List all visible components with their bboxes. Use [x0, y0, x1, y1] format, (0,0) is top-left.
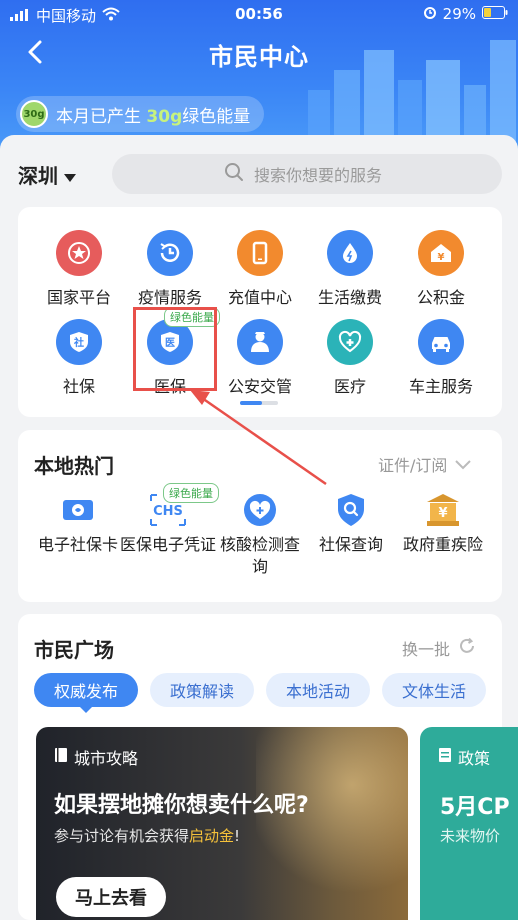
annotation-arrow [190, 390, 327, 486]
